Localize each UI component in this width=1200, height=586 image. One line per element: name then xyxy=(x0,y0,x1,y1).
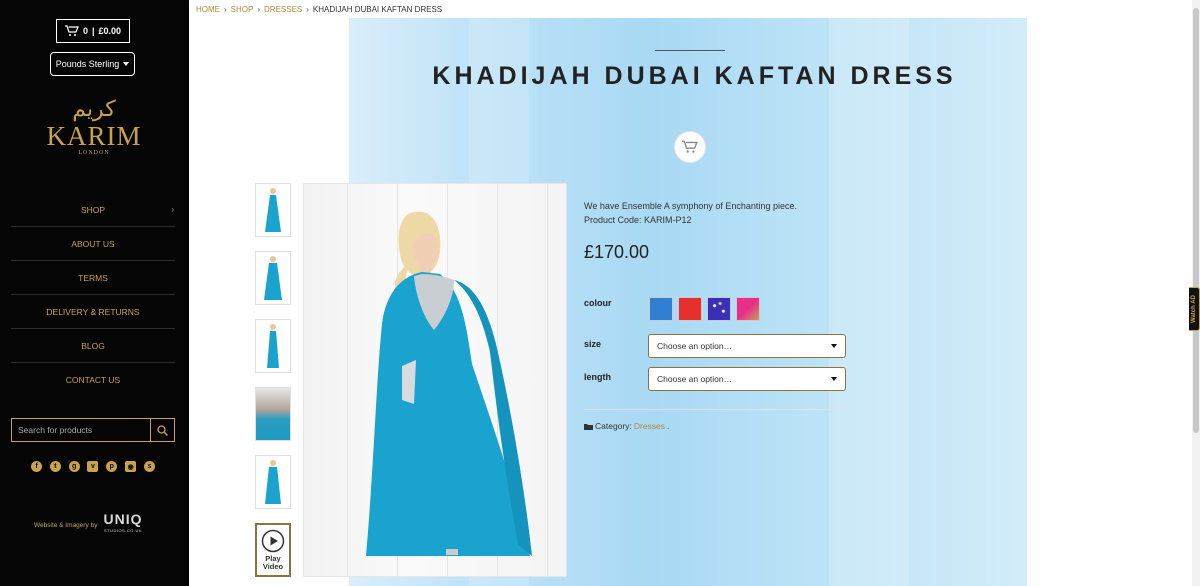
chevron-right-icon: › xyxy=(171,205,174,214)
nav-item-blog[interactable]: BLOG xyxy=(11,329,175,363)
product-description: We have Ensemble A symphony of Enchantin… xyxy=(584,199,797,227)
category-label: Category: xyxy=(595,421,632,431)
cart-total: £0.00 xyxy=(98,26,122,36)
size-select[interactable]: Choose an option… xyxy=(648,334,846,358)
main-content: HOME › SHOP › DRESSES › KHADIJAH DUBAI K… xyxy=(189,0,1200,586)
chevron-down-icon xyxy=(123,62,130,66)
credit-brand-sub: STUDIOS.CO.UK xyxy=(103,528,142,533)
cart-separator: | xyxy=(91,26,95,36)
thumbnail-2[interactable] xyxy=(255,251,291,305)
product-main-image[interactable] xyxy=(303,183,567,577)
product-code: Product Code: KARIM-P12 xyxy=(584,215,692,225)
main-nav: SHOP › ABOUT US TERMS DELIVERY & RETURNS… xyxy=(11,193,175,397)
nav-item-label: CONTACT US xyxy=(65,375,121,385)
thumbnail-1[interactable] xyxy=(255,183,291,237)
colour-swatches xyxy=(649,297,760,321)
dress-thumbnail-image xyxy=(265,188,281,232)
description-text: We have Ensemble A symphony of Enchantin… xyxy=(584,201,797,211)
folder-icon xyxy=(584,423,593,430)
nav-item-about-us[interactable]: ABOUT US xyxy=(11,227,175,261)
currency-selector[interactable]: Pounds Sterling xyxy=(50,52,135,76)
pinterest-icon[interactable]: p xyxy=(106,461,118,472)
instagram-icon[interactable]: ◉ xyxy=(125,461,137,472)
page-title: KHADIJAH DUBAI KAFTAN DRESS xyxy=(432,62,957,90)
breadcrumb: HOME › SHOP › DRESSES › KHADIJAH DUBAI K… xyxy=(196,5,442,14)
swatch-pink[interactable] xyxy=(736,297,760,321)
add-to-cart-button[interactable] xyxy=(674,131,706,163)
play-icon xyxy=(261,529,285,553)
facebook-icon[interactable]: f xyxy=(31,461,42,472)
dress-thumbnail-image xyxy=(265,460,281,504)
product-price: £170.00 xyxy=(584,242,650,262)
product-category: Category: Dresses. xyxy=(584,421,669,431)
twitter-icon[interactable]: t xyxy=(49,461,61,472)
cart-icon xyxy=(682,140,698,153)
nav-item-label: SHOP xyxy=(80,204,106,215)
logo[interactable]: كريم KARIM LONDON xyxy=(30,98,158,170)
cart-icon xyxy=(64,25,79,36)
play-video-button[interactable]: Play Video xyxy=(255,523,291,577)
length-label: length xyxy=(584,372,611,382)
thumbnail-5[interactable] xyxy=(255,455,291,509)
watch-ad-tab[interactable]: Watch AD xyxy=(1189,287,1200,331)
credit-logo[interactable]: UNIQ STUDIOS.CO.UK xyxy=(103,512,142,537)
colour-label: colour xyxy=(584,298,612,308)
swatch-blue[interactable] xyxy=(649,297,673,321)
dress-thumbnail-image xyxy=(264,256,282,300)
search-button[interactable] xyxy=(150,419,174,441)
size-select-value: Choose an option… xyxy=(657,341,733,351)
breadcrumb-shop[interactable]: SHOP xyxy=(231,5,254,14)
model-figure xyxy=(366,211,532,556)
chevron-right-icon: › xyxy=(224,5,227,14)
nav-item-label: TERMS xyxy=(78,272,108,283)
social-links: f t g v p ◉ s xyxy=(31,461,155,472)
sidebar: 0 | £0.00 Pounds Sterling كريم KARIM LON… xyxy=(0,0,189,586)
chevron-right-icon: › xyxy=(306,5,309,14)
scrollbar-thumb[interactable] xyxy=(1193,8,1199,433)
meta-divider xyxy=(584,409,846,410)
swatch-red[interactable] xyxy=(678,297,702,321)
video-label-video: Video xyxy=(262,562,284,571)
chevron-right-icon: › xyxy=(257,5,261,14)
nav-item-label: ABOUT US xyxy=(71,238,115,249)
search-box xyxy=(11,418,175,442)
size-label: size xyxy=(584,339,602,349)
dress-thumbnail-image xyxy=(267,324,279,368)
google-plus-icon[interactable]: g xyxy=(68,461,80,472)
breadcrumb-home[interactable]: HOME xyxy=(196,5,220,14)
search-input[interactable] xyxy=(12,419,150,441)
category-period: . xyxy=(667,421,670,431)
length-select[interactable]: Choose an option… xyxy=(648,367,846,391)
nav-item-shop[interactable]: SHOP › xyxy=(11,193,175,227)
logo-name: KARIM xyxy=(46,121,142,151)
site-credit: Website & Imagery by UNIQ STUDIOS.CO.UK xyxy=(34,512,142,537)
thumbnail-gallery: Play Video xyxy=(255,183,293,577)
cart-button[interactable]: 0 | £0.00 xyxy=(56,19,130,43)
cart-count: 0 xyxy=(82,26,88,36)
chevron-down-icon xyxy=(831,377,837,381)
thumbnail-3[interactable] xyxy=(255,319,291,373)
nav-item-label: BLOG xyxy=(81,340,105,351)
nav-item-delivery-returns[interactable]: DELIVERY & RETURNS xyxy=(11,295,175,329)
title-divider xyxy=(655,50,725,51)
breadcrumb-dresses[interactable]: DRESSES xyxy=(264,5,302,14)
nav-item-terms[interactable]: TERMS xyxy=(11,261,175,295)
vimeo-icon[interactable]: v xyxy=(87,461,99,472)
search-icon xyxy=(157,424,168,436)
skype-icon[interactable]: s xyxy=(143,461,155,472)
length-select-value: Choose an option… xyxy=(657,374,733,384)
thumbnail-4[interactable] xyxy=(255,387,291,441)
chevron-down-icon xyxy=(831,344,837,348)
logo-arabic: كريم xyxy=(72,97,116,122)
breadcrumb-current: KHADIJAH DUBAI KAFTAN DRESS xyxy=(312,5,443,14)
nav-item-label: DELIVERY & RETURNS xyxy=(46,306,140,317)
credit-text: Website & Imagery by xyxy=(34,521,98,529)
currency-label: Pounds Sterling xyxy=(55,59,120,69)
category-link[interactable]: Dresses xyxy=(634,421,665,431)
swatch-navy-star[interactable] xyxy=(707,297,731,321)
nav-item-contact-us[interactable]: CONTACT US xyxy=(11,363,175,397)
